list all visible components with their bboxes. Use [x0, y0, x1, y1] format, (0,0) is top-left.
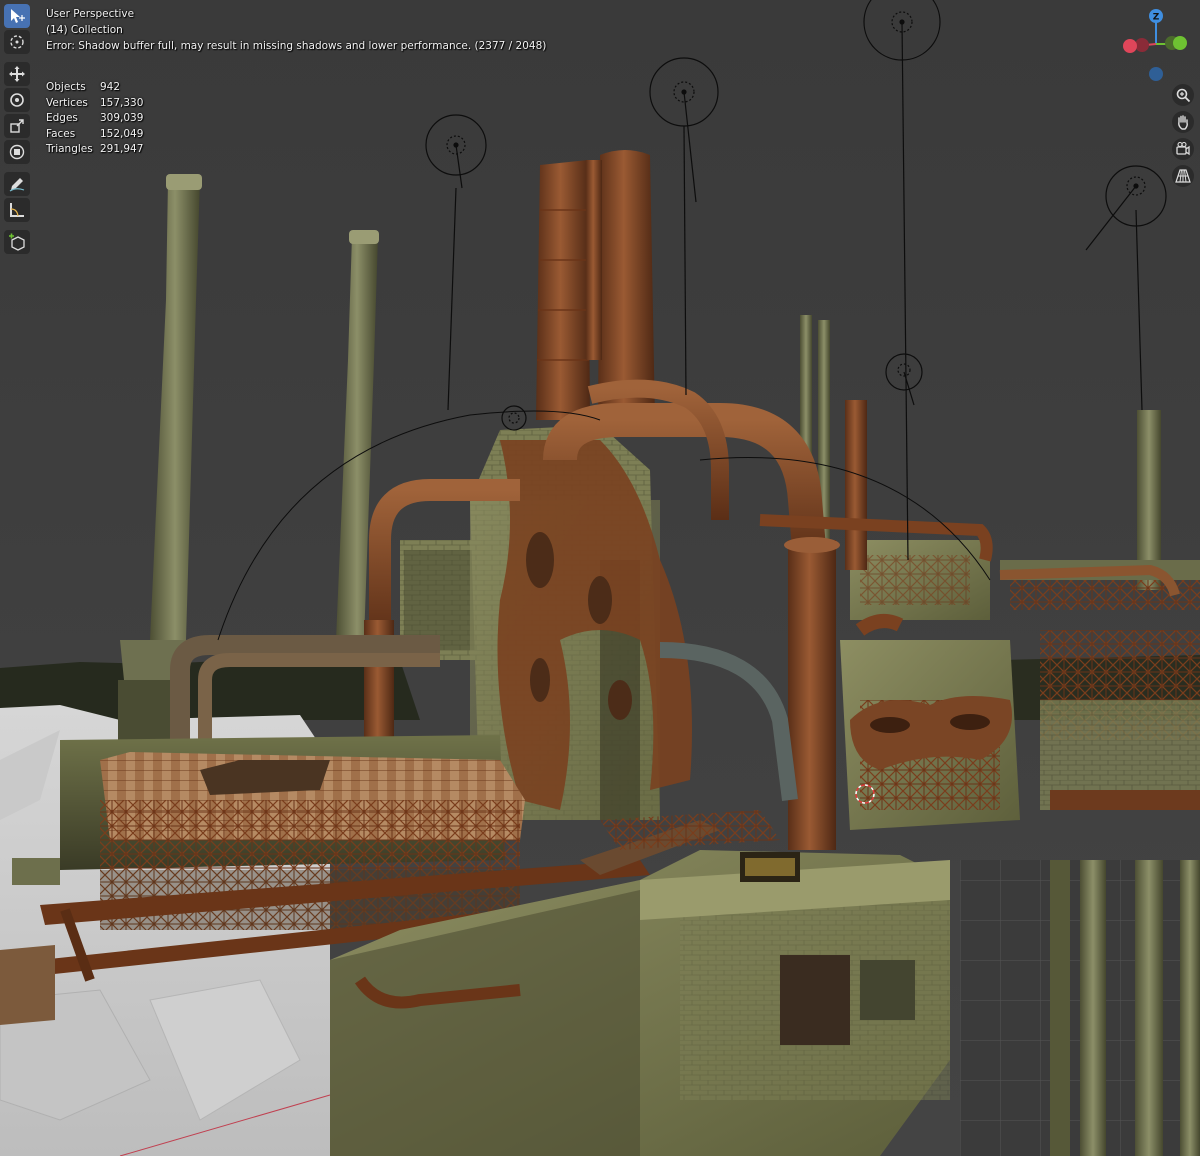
pencil-icon — [9, 178, 25, 192]
stat-label: Vertices — [46, 96, 88, 109]
perspective-label: User Perspective — [46, 8, 135, 20]
stat-value: 291,947 — [100, 143, 144, 155]
move-arrows-icon — [9, 66, 25, 82]
z-negative-axis[interactable] — [1149, 67, 1163, 81]
measure-tool[interactable] — [4, 198, 30, 222]
add-cube-tool[interactable] — [4, 230, 30, 254]
shadow-buffer-error: Error: Shadow buffer full, may result in… — [46, 40, 547, 52]
stat-row-vertices: Vertices 157,330 — [46, 96, 143, 112]
navigation-gizmo[interactable]: Z — [1118, 6, 1194, 86]
x-negative-axis[interactable] — [1135, 38, 1149, 52]
stat-value: 309,039 — [100, 112, 144, 124]
viewport-info: User Perspective (14) Collection Error: … — [46, 6, 546, 54]
camera-view-button[interactable] — [1172, 138, 1194, 160]
stat-label: Objects — [46, 81, 86, 93]
stat-row-faces: Faces 152,049 — [46, 127, 143, 143]
stat-row-triangles: Triangles 291,947 — [46, 142, 143, 158]
ruler-icon — [10, 203, 24, 217]
select-cursor-icon — [11, 9, 25, 23]
collection-label: (14) Collection — [46, 24, 123, 36]
stat-label: Edges — [46, 112, 78, 124]
stat-row-edges: Edges 309,039 — [46, 111, 143, 127]
y-axis-handle[interactable] — [1173, 36, 1187, 50]
scale-icon — [10, 119, 24, 133]
z-axis-label: Z — [1153, 13, 1160, 23]
stat-value: 157,330 — [100, 96, 144, 109]
rotate-icon — [10, 93, 24, 107]
tool-shelf — [4, 4, 32, 256]
scene-statistics: Objects 942 Vertices 157,330 Edges 309,039 … — [46, 80, 143, 158]
add-cube-icon — [9, 233, 25, 251]
stat-label: Faces — [46, 127, 76, 140]
scale-tool[interactable] — [4, 114, 30, 138]
transform-icon — [9, 144, 25, 160]
stat-value: 152,049 — [100, 127, 144, 140]
hand-icon — [1178, 115, 1188, 130]
annotate-tool[interactable] — [4, 172, 30, 196]
pan-button[interactable] — [1172, 111, 1194, 133]
magnifier-icon — [1176, 88, 1191, 103]
camera-icon — [1176, 141, 1190, 156]
zoom-button[interactable] — [1172, 84, 1194, 106]
stat-value: 942 — [100, 81, 121, 93]
stat-row-objects: Objects 942 — [46, 80, 143, 96]
move-tool[interactable] — [4, 62, 30, 86]
perspective-toggle-button[interactable] — [1172, 165, 1194, 187]
3d-cursor-icon — [10, 35, 24, 49]
transform-tool[interactable] — [4, 140, 30, 164]
cursor-tool[interactable] — [4, 30, 30, 54]
factory-scene — [0, 0, 1200, 1156]
rotate-tool[interactable] — [4, 88, 30, 112]
x-axis-handle[interactable] — [1123, 39, 1137, 53]
grid-perspective-icon — [1175, 169, 1191, 183]
3d-viewport[interactable]: User Perspective (14) Collection Error: … — [0, 0, 1200, 1156]
select-box-tool[interactable] — [4, 4, 30, 28]
stat-label: Triangles — [46, 143, 93, 155]
